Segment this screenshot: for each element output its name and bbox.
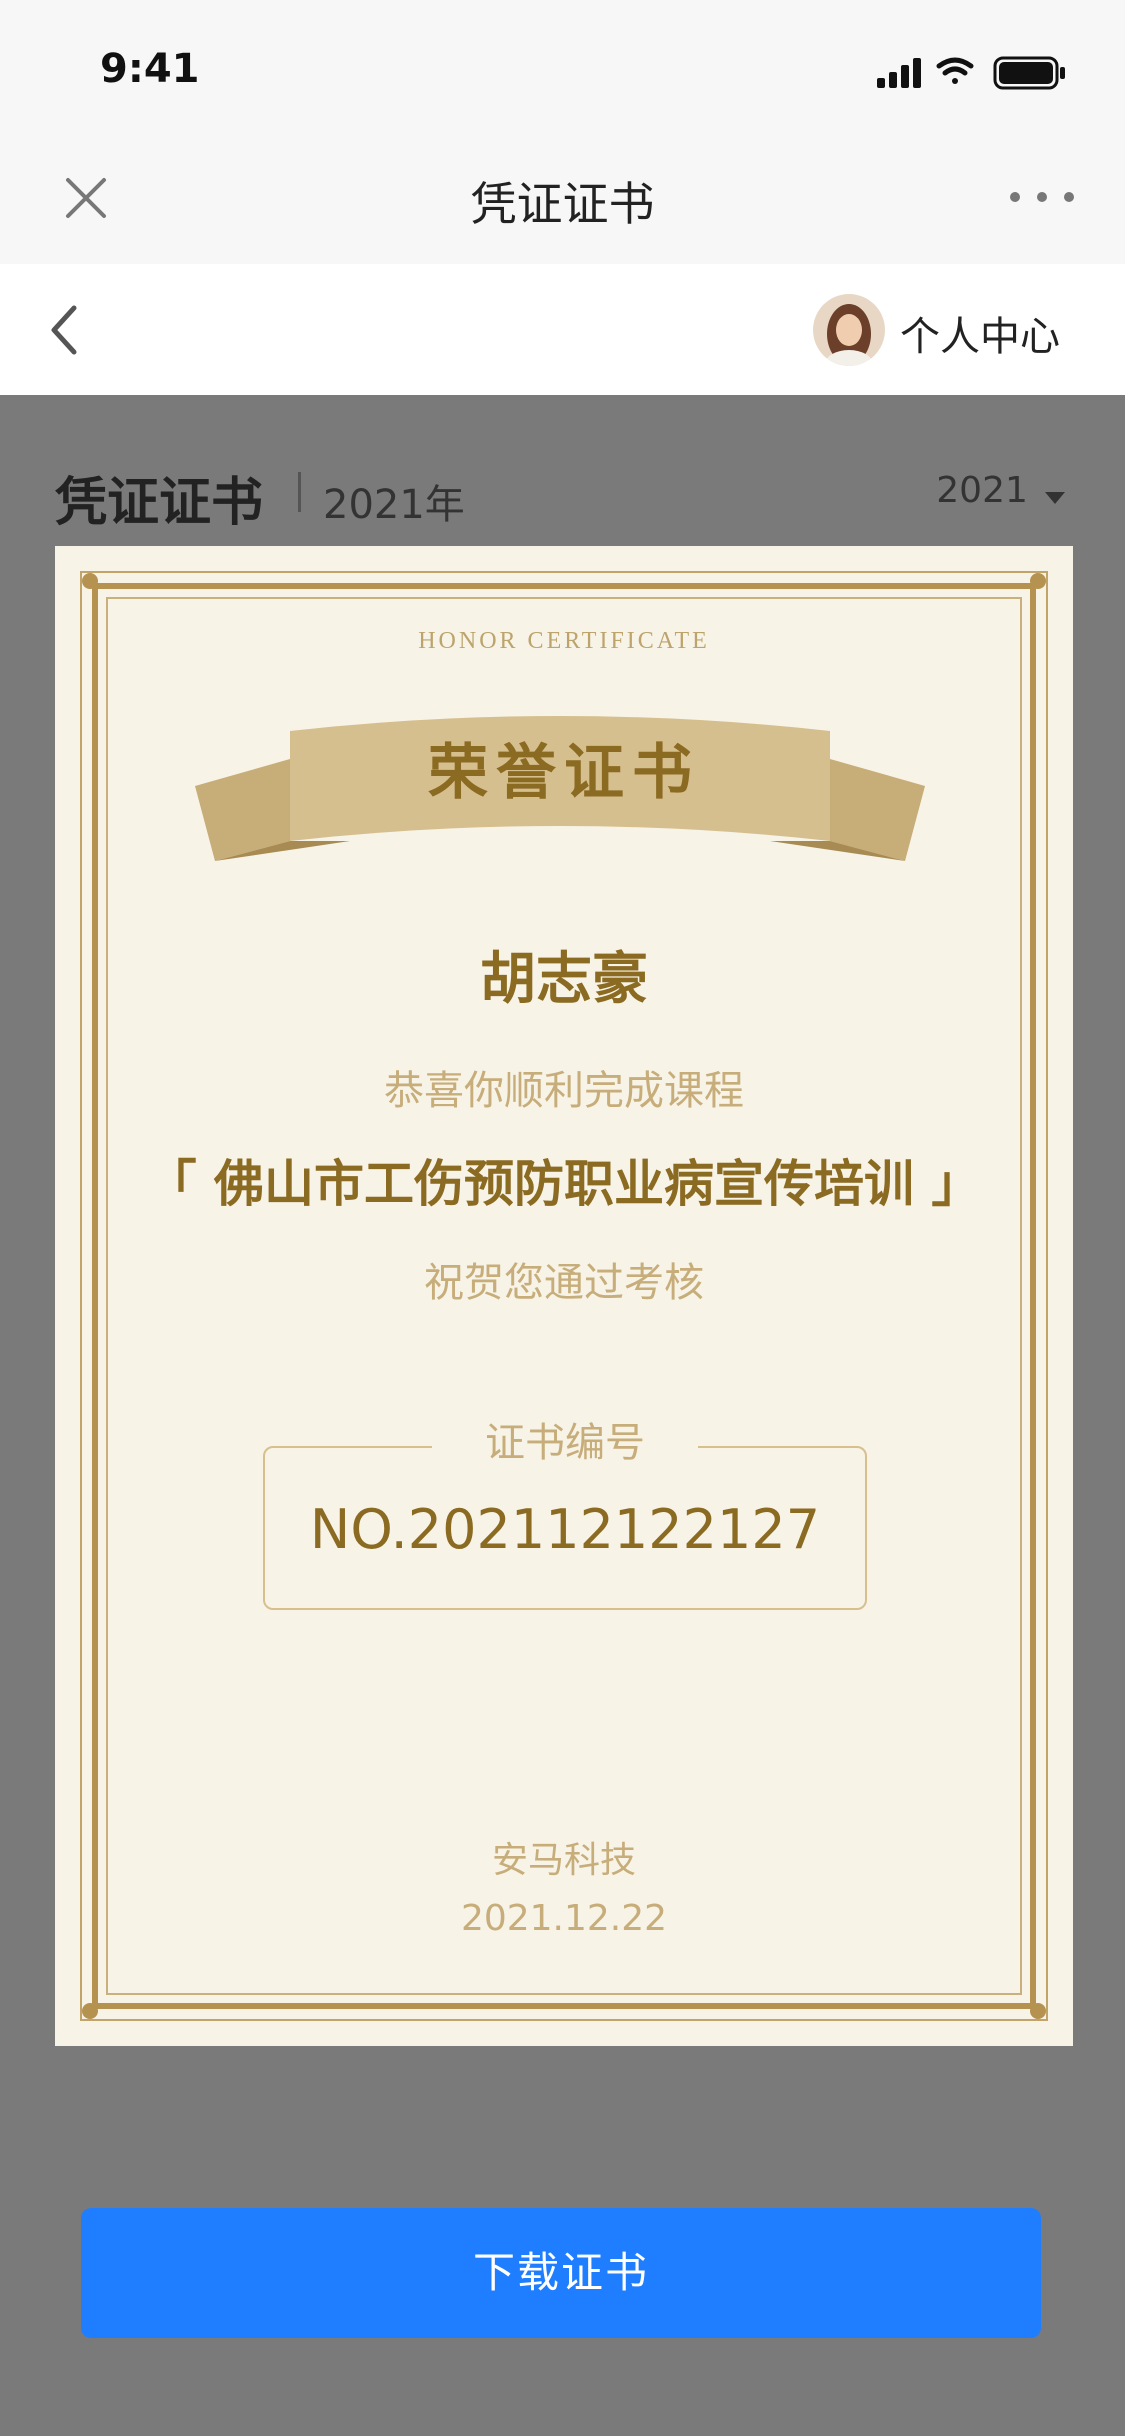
signal-icon [877,58,921,88]
issue-date: 2021.12.22 [460,1898,668,1939]
status-time: 9:41 [100,46,200,92]
sub-header: 个人中心 [0,264,1125,395]
certificate-number: NO.202112122127 [309,1498,821,1561]
status-bar: 9:41 [0,0,1125,132]
section-year: 2021年 [323,482,465,528]
avatar[interactable] [813,294,885,366]
year-dropdown-value: 2021 [936,470,1028,511]
nav-title: 凭证证书 [470,177,655,231]
divider [298,472,301,512]
battery-icon [993,56,1065,90]
pass-text: 祝贺您通过考核 [424,1260,704,1306]
download-certificate-button[interactable]: 下载证书 [81,2208,1041,2338]
recipient-name: 胡志豪 [480,947,648,1012]
course-name: 「 佛山市工伤预防职业病宣传培训 」 [146,1155,982,1213]
congrats-text: 恭喜你顺利完成课程 [384,1068,744,1114]
back-icon[interactable] [44,302,84,358]
honor-certificate-en: HONOR CERTIFICATE [418,628,710,654]
section-header: 凭证证书 2021年 2021 [55,460,1070,533]
issuer-name: 安马科技 [491,1840,636,1881]
certificate-title: 荣誉证书 [428,738,700,808]
certificate-number-box: 证书编号 NO.202112122127 [263,1410,867,1610]
certificate-number-label: 证书编号 [432,1410,698,1468]
caret-down-icon [1045,491,1065,504]
profile-center-link[interactable]: 个人中心 [900,304,1060,362]
section-title: 凭证证书 [55,473,264,533]
nav-bar: 凭证证书 [0,132,1125,264]
status-icons [877,52,1077,92]
more-icon[interactable] [1007,182,1077,212]
certificate-card: HONOR CERTIFICATE 荣誉证书 胡志豪 恭喜你顺利完成课程 「 佛… [55,546,1073,2046]
year-dropdown[interactable]: 2021 [936,470,1065,520]
wifi-icon [936,57,974,84]
